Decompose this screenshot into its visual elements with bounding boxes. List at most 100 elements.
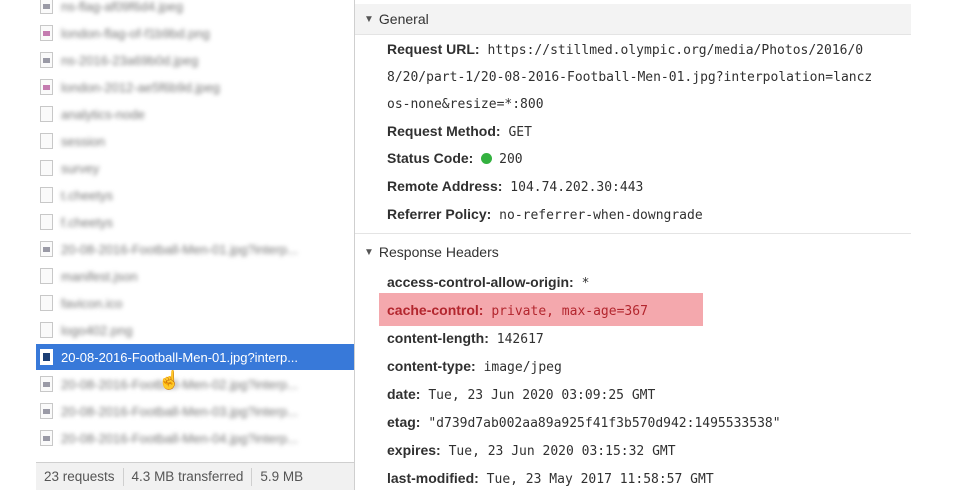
request-row[interactable]: 20-08-2016-Football-Men-03.jpg?interp... bbox=[36, 398, 354, 424]
collapse-triangle-icon[interactable]: ▼ bbox=[364, 14, 374, 25]
resource-size: 5.9 MB bbox=[260, 469, 304, 484]
status-ok-dot-icon bbox=[481, 153, 493, 164]
image-file-icon bbox=[40, 430, 53, 446]
request-url-row-2: 8/20/part-1/20-08-2016-Football-Men-01.j… bbox=[387, 68, 872, 85]
request-name: 20-08-2016-Football-Men-01.jpg?interp... bbox=[61, 349, 299, 365]
collapse-triangle-icon[interactable]: ▼ bbox=[364, 247, 374, 258]
request-name: analytics-node bbox=[61, 106, 145, 122]
request-row[interactable]: 20-08-2016-Football-Men-04.jpg?interp... bbox=[36, 425, 354, 451]
request-row[interactable]: session bbox=[36, 128, 354, 154]
header-value: Tue, 23 Jun 2020 03:15:32 GMT bbox=[448, 444, 676, 459]
request-name: 20-08-2016-Football-Men-04.jpg?interp... bbox=[61, 430, 299, 446]
response-header-row: date: Tue, 23 Jun 2020 03:09:25 GMT bbox=[387, 386, 655, 403]
document-icon bbox=[40, 322, 53, 338]
referrer-policy-label: Referrer Policy: bbox=[387, 206, 492, 222]
response-header-row: content-type: image/jpeg bbox=[387, 358, 562, 375]
request-name: survey bbox=[61, 160, 100, 176]
header-value: * bbox=[581, 276, 590, 291]
response-header-row: expires: Tue, 23 Jun 2020 03:15:32 GMT bbox=[387, 442, 676, 459]
status-code-value: 200 bbox=[499, 152, 523, 167]
headers-panel: ▼ General Request URL: https://stillmed.… bbox=[355, 0, 955, 490]
header-value: private, max-age=367 bbox=[491, 304, 648, 319]
request-url-value-2: 8/20/part-1/20-08-2016-Football-Men-01.j… bbox=[387, 70, 873, 85]
image-file-icon bbox=[40, 25, 53, 41]
request-row[interactable]: favicon.ico bbox=[36, 290, 354, 316]
request-url-value-3: os-none&resize=*:800 bbox=[387, 97, 544, 112]
referrer-policy-row: Referrer Policy: no-referrer-when-downgr… bbox=[387, 206, 703, 223]
header-key: cache-control: bbox=[387, 302, 484, 318]
request-url-value-1: https://stillmed.olympic.org/media/Photo… bbox=[487, 43, 864, 58]
header-key: access-control-allow-origin: bbox=[387, 274, 574, 290]
request-name: london-2012-ae5f6b9d.jpeg bbox=[61, 79, 221, 95]
request-count: 23 requests bbox=[36, 468, 124, 486]
image-file-icon bbox=[40, 403, 53, 419]
request-method-value: GET bbox=[508, 125, 532, 140]
request-row[interactable]: london-2012-ae5f6b9d.jpeg bbox=[36, 74, 354, 100]
image-file-icon bbox=[40, 79, 53, 95]
request-name: logo402.png bbox=[61, 322, 133, 338]
request-name: favicon.ico bbox=[61, 295, 123, 311]
request-row[interactable]: manifest.json bbox=[36, 263, 354, 289]
header-key: expires: bbox=[387, 442, 441, 458]
document-icon bbox=[40, 106, 53, 122]
header-value: Tue, 23 Jun 2020 03:09:25 GMT bbox=[428, 388, 656, 403]
referrer-policy-value: no-referrer-when-downgrade bbox=[499, 208, 703, 223]
request-url-row-3: os-none&resize=*:800 bbox=[387, 95, 544, 112]
request-row[interactable]: london-flag-of-f1b9bd.png bbox=[36, 20, 354, 46]
general-title: General bbox=[378, 11, 429, 27]
header-key: etag: bbox=[387, 414, 421, 430]
request-name: london-flag-of-f1b9bd.png bbox=[61, 25, 210, 41]
request-row[interactable]: ns-2016-23a69b0d.jpeg bbox=[36, 47, 354, 73]
image-file-icon bbox=[40, 0, 53, 14]
response-headers-section-header[interactable]: ▼ Response Headers bbox=[355, 237, 911, 267]
request-name: t.cheetys bbox=[61, 187, 114, 203]
document-icon bbox=[40, 268, 53, 284]
request-name: 20-08-2016-Football-Men-03.jpg?interp... bbox=[61, 403, 299, 419]
response-header-row: access-control-allow-origin: * bbox=[387, 274, 589, 291]
request-method-label: Request Method: bbox=[387, 123, 501, 139]
remote-address-row: Remote Address: 104.74.202.30:443 bbox=[387, 178, 643, 195]
section-divider bbox=[355, 233, 911, 234]
header-key: date: bbox=[387, 386, 421, 402]
document-icon bbox=[40, 295, 53, 311]
remote-address-value: 104.74.202.30:443 bbox=[510, 180, 644, 195]
request-name: session bbox=[61, 133, 106, 149]
request-row[interactable]: analytics-node bbox=[36, 101, 354, 127]
status-code-row: Status Code: 200 bbox=[387, 150, 523, 167]
header-key: last-modified: bbox=[387, 470, 479, 486]
header-key: content-length: bbox=[387, 330, 489, 346]
request-list-panel: ns-flag-af09f6d4.jpeg london-flag-of-f1b9… bbox=[36, 0, 355, 490]
network-status-bar: 23 requests 4.3 MB transferred 5.9 MB bbox=[36, 462, 354, 490]
response-header-row: content-length: 142617 bbox=[387, 330, 544, 347]
image-file-icon bbox=[40, 52, 53, 68]
remote-address-label: Remote Address: bbox=[387, 178, 503, 194]
request-row[interactable]: logo402.png bbox=[36, 317, 354, 343]
request-name: f.cheetys bbox=[61, 214, 114, 230]
request-url-row: Request URL: https://stillmed.olympic.or… bbox=[387, 41, 863, 58]
document-icon bbox=[40, 160, 53, 176]
transferred-size: 4.3 MB transferred bbox=[124, 468, 253, 486]
request-name: ns-flag-af09f6d4.jpeg bbox=[61, 0, 184, 14]
request-name: ns-2016-23a69b0d.jpeg bbox=[61, 52, 199, 68]
request-row[interactable]: 20-08-2016-Football-Men-02.jpg?interp... bbox=[36, 371, 354, 397]
header-key: content-type: bbox=[387, 358, 476, 374]
document-icon bbox=[40, 187, 53, 203]
request-row[interactable]: f.cheetys bbox=[36, 209, 354, 235]
request-row[interactable]: t.cheetys bbox=[36, 182, 354, 208]
response-header-row: last-modified: Tue, 23 May 2017 11:58:57… bbox=[387, 470, 714, 487]
hand-cursor-icon: ☝ bbox=[158, 370, 181, 390]
request-url-label: Request URL: bbox=[387, 41, 480, 57]
document-icon bbox=[40, 133, 53, 149]
request-row[interactable]: 20-08-2016-Football-Men-01.jpg?interp... bbox=[36, 344, 354, 370]
request-row[interactable]: 20-08-2016-Football-Men-01.jpg?interp... bbox=[36, 236, 354, 262]
request-row[interactable]: survey bbox=[36, 155, 354, 181]
header-value: 142617 bbox=[496, 332, 544, 347]
response-headers-title: Response Headers bbox=[378, 244, 499, 260]
request-method-row: Request Method: GET bbox=[387, 123, 532, 140]
request-name: manifest.json bbox=[61, 268, 138, 284]
general-section-header[interactable]: ▼ General bbox=[355, 4, 911, 35]
document-icon bbox=[40, 214, 53, 230]
status-code-label: Status Code: bbox=[387, 150, 474, 166]
image-file-icon bbox=[40, 241, 53, 257]
request-row[interactable]: ns-flag-af09f6d4.jpeg bbox=[36, 0, 354, 19]
